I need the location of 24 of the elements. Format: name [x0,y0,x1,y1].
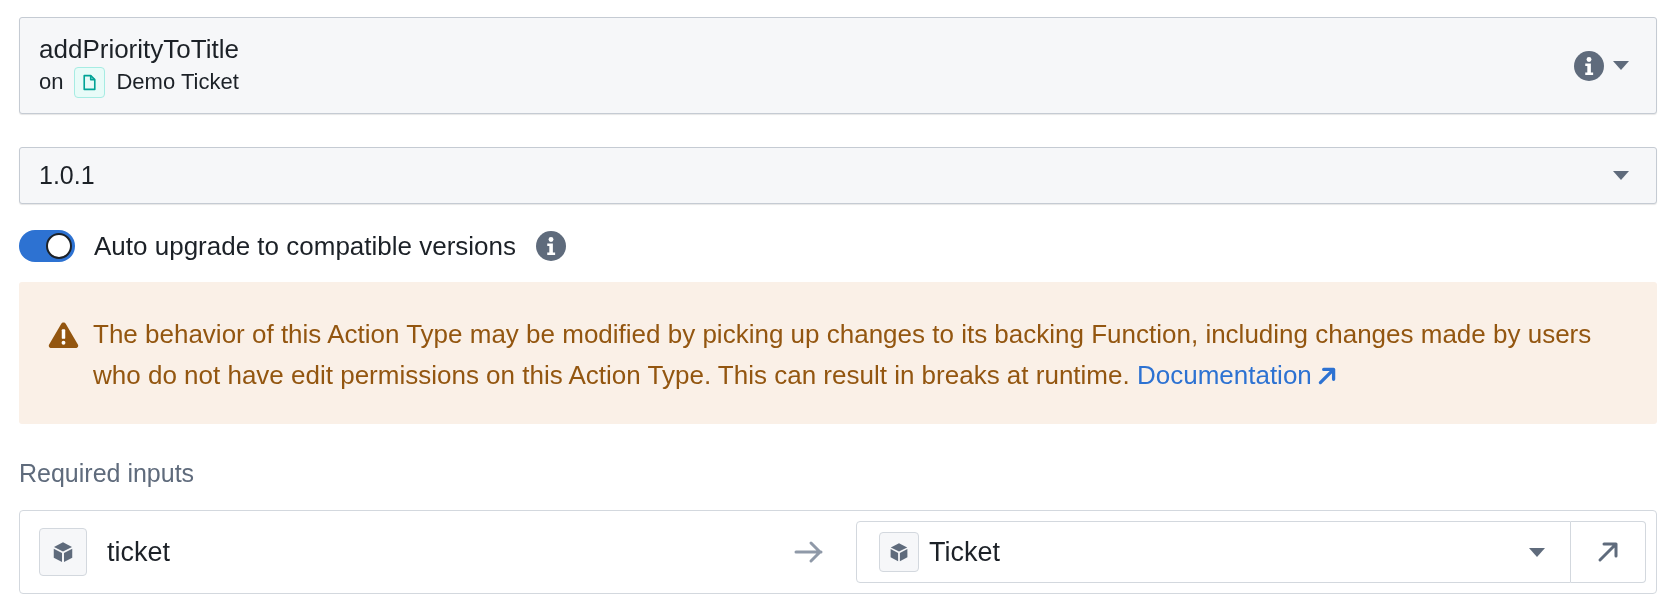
auto-upgrade-label: Auto upgrade to compatible versions [94,231,517,261]
documentation-link[interactable]: Documentation [1136,355,1338,396]
caret-down-icon [1529,547,1545,557]
object-type-select[interactable]: Ticket [856,521,1571,583]
function-name: addPriorityToTitle [39,33,239,64]
object-type-name: Demo Ticket [116,69,239,95]
info-icon [536,231,567,261]
version-select[interactable]: 1.0.1 [19,147,1657,204]
on-label: on [39,69,64,95]
cube-icon [39,528,87,576]
open-button[interactable] [1571,521,1646,583]
info-icon [1574,50,1604,81]
caret-down-icon [1613,171,1629,180]
cube-icon [879,532,919,572]
parameter-name: ticket [107,536,171,568]
caret-down-icon [1613,61,1629,70]
warning-message: The behavior of this Action Type may be modified by picking up changes to its backing Function, including changes made by users who do not have edit permissions on this Action Type. This can result in breaks at runtime. Documentation [93,314,1623,396]
arrow-up-right-icon [1596,540,1620,564]
function-selector[interactable]: addPriorityToTitle on Demo Ticket [19,17,1657,114]
document-icon [74,66,106,98]
required-inputs-heading: Required inputs [19,458,195,488]
arrow-right-icon [794,540,824,564]
toggle-switch[interactable] [19,230,75,262]
warning-icon [48,321,79,348]
